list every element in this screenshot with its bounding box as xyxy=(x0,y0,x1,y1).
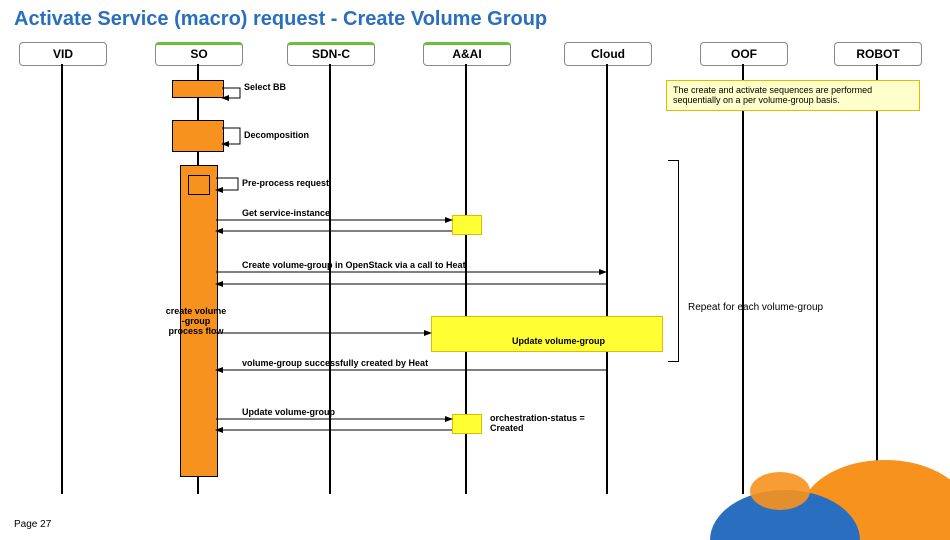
repeat-label: Repeat for each volume-group xyxy=(688,302,823,313)
hl-get-svc xyxy=(452,215,482,235)
lane-sdnc: SDN-C xyxy=(287,42,375,66)
lbl-proc-flow-l1: create volume xyxy=(166,306,227,316)
lbl-orch-status: orchestration-status = Created xyxy=(490,414,610,434)
repeat-bracket xyxy=(668,160,679,362)
exec-decomp xyxy=(172,120,224,152)
page-number: Page 27 xyxy=(14,519,51,530)
lbl-update-vg2: Update volume-group xyxy=(242,407,335,417)
decor-cloud-small xyxy=(750,472,810,510)
note-sequential: The create and activate sequences are pe… xyxy=(666,80,920,111)
page-title: Activate Service (macro) request - Creat… xyxy=(14,8,547,31)
hl-update-vg xyxy=(431,316,663,352)
lane-vid: VID xyxy=(19,42,107,66)
lifeline-oof xyxy=(742,64,744,494)
lbl-proc-flow-l2: -group xyxy=(182,316,211,326)
lifeline-vid xyxy=(61,64,63,494)
lane-oof: OOF xyxy=(700,42,788,66)
hl-update-vg2 xyxy=(452,414,482,434)
exec-preproc xyxy=(188,175,210,195)
lbl-proc-flow: create volume -group process flow xyxy=(146,307,246,337)
lane-aai: A&AI xyxy=(423,42,511,66)
lbl-decomp: Decomposition xyxy=(244,130,309,140)
sequence-diagram: Activate Service (macro) request - Creat… xyxy=(0,0,950,540)
lbl-proc-flow-l3: process flow xyxy=(168,326,223,336)
lifeline-sdnc xyxy=(329,64,331,494)
lbl-select-bb: Select BB xyxy=(244,82,286,92)
lane-robot: ROBOT xyxy=(834,42,922,66)
lbl-preproc: Pre-process request xyxy=(242,178,329,188)
lbl-get-svc: Get service-instance xyxy=(242,208,330,218)
lbl-heat-ok: volume-group successfully created by Hea… xyxy=(242,358,428,368)
lbl-create-heat: Create volume-group in OpenStack via a c… xyxy=(242,260,466,270)
lane-cloud: Cloud xyxy=(564,42,652,66)
exec-select-bb xyxy=(172,80,224,98)
lane-so: SO xyxy=(155,42,243,66)
lbl-update-vg: Update volume-group xyxy=(512,336,605,346)
lifeline-robot xyxy=(876,64,878,494)
